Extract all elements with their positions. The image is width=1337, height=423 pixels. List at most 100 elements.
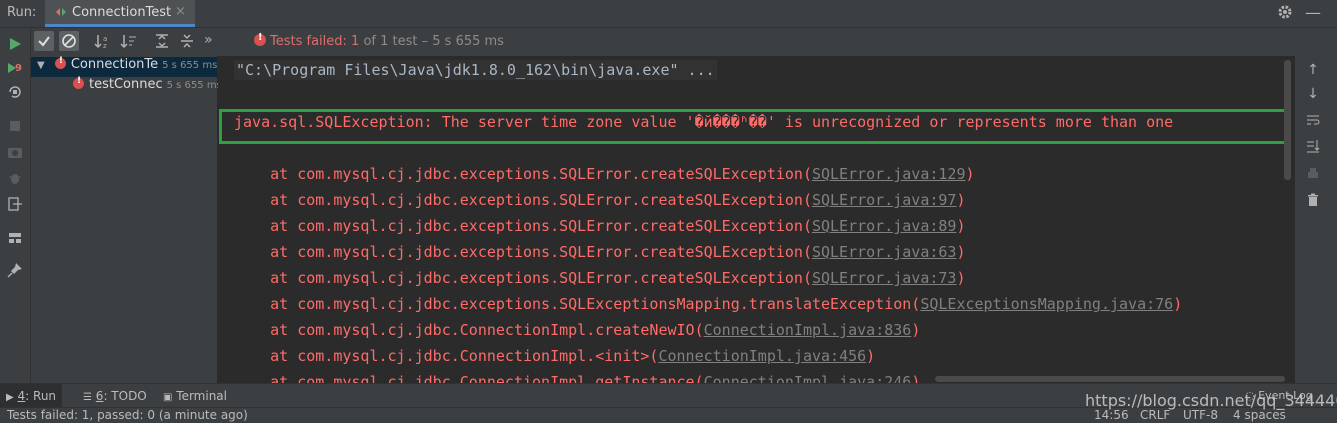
debug-icon[interactable]: [6, 169, 24, 187]
source-link[interactable]: SQLError.java:63: [812, 243, 957, 261]
stack-frame-text: at com.mysql.cj.jdbc.exceptions.SQLError…: [234, 165, 812, 183]
horizontal-scrollbar[interactable]: [935, 376, 1285, 382]
failed-icon: [54, 56, 66, 69]
tab-todo[interactable]: ☰ 6: TODO: [77, 384, 153, 408]
stack-frame-end: ): [911, 321, 921, 339]
tree-item-label: testConnec: [89, 77, 163, 92]
tree-item-root[interactable]: ▼ ConnectionTe5 s 655 ms: [31, 56, 218, 77]
run-left-toolbar: 9: [0, 28, 31, 383]
tab-label: ConnectionTest: [72, 5, 172, 20]
tab-connection-test[interactable]: ConnectionTest ×: [45, 0, 195, 27]
test-config-icon: [56, 8, 66, 16]
stack-frame-text: at com.mysql.cj.jdbc.exceptions.SQLError…: [234, 243, 812, 261]
stack-frame-end: ): [956, 191, 966, 209]
test-count-duration: of 1 test – 5 s 655 ms: [363, 34, 504, 49]
more-actions-icon[interactable]: »: [204, 32, 213, 48]
source-link[interactable]: SQLError.java:73: [812, 269, 957, 287]
source-link[interactable]: SQLExceptionsMapping.java:76: [920, 295, 1173, 313]
file-encoding[interactable]: UTF-8: [1183, 408, 1218, 422]
source-link[interactable]: SQLError.java:97: [812, 191, 957, 209]
minimize-icon[interactable]: —: [1305, 3, 1321, 22]
stack-frame-text: at com.mysql.cj.jdbc.exceptions.SQLError…: [234, 269, 812, 287]
sort-duration-icon[interactable]: [119, 31, 139, 51]
tab-terminal-label: Terminal: [176, 389, 227, 403]
tree-item-time: 5 s 655 ms: [166, 80, 222, 91]
layout-icon[interactable]: [6, 229, 24, 247]
expand-all-icon[interactable]: [152, 31, 172, 51]
stack-frame-end: ): [956, 217, 966, 235]
stack-frame-text: at com.mysql.cj.jdbc.ConnectionImpl.getI…: [234, 373, 704, 383]
indent-setting[interactable]: 4 spaces: [1233, 408, 1286, 422]
stack-frame-end: ): [965, 165, 975, 183]
source-link[interactable]: SQLError.java:89: [812, 217, 957, 235]
terminal-icon: ▣: [163, 392, 173, 403]
tree-item-child[interactable]: testConnec5 s 655 ms: [73, 76, 222, 97]
stack-frame-end: ): [911, 373, 921, 383]
line-separator[interactable]: CRLF: [1140, 408, 1170, 422]
tab-todo-label: : TODO: [103, 389, 147, 403]
rerun-icon[interactable]: [6, 35, 24, 53]
stack-frame: at com.mysql.cj.jdbc.ConnectionImpl.crea…: [234, 320, 920, 340]
arrow-up-icon[interactable]: ↑: [1305, 62, 1321, 78]
collapse-all-icon[interactable]: [177, 31, 197, 51]
stack-frame-text: at com.mysql.cj.jdbc.exceptions.SQLExcep…: [234, 295, 921, 313]
tree-item-label: ConnectionTe: [70, 57, 159, 72]
stop-icon[interactable]: [6, 117, 24, 135]
svg-text:z: z: [103, 42, 107, 50]
stack-frame: at com.mysql.cj.jdbc.exceptions.SQLExcep…: [234, 294, 1182, 314]
stack-frame: at com.mysql.cj.jdbc.ConnectionImpl.getI…: [234, 372, 920, 383]
gear-icon[interactable]: [1277, 4, 1293, 20]
run-title-bar: Run: ConnectionTest × —: [0, 0, 1337, 28]
stack-frame-end: ): [956, 243, 966, 261]
tab-terminal[interactable]: ▣ Terminal: [157, 384, 233, 408]
stack-frame-text: at com.mysql.cj.jdbc.ConnectionImpl.crea…: [234, 321, 704, 339]
show-ignored-icon[interactable]: [59, 31, 79, 51]
rerun-failed-icon[interactable]: 9: [6, 59, 24, 77]
test-status-summary: Tests failed: 1 of 1 test – 5 s 655 ms: [254, 32, 504, 49]
status-message: Tests failed: 1, passed: 0 (a minute ago…: [7, 408, 248, 422]
chevron-down-icon[interactable]: ▼: [37, 60, 45, 71]
test-tree: ▼ ConnectionTe5 s 655 ms testConnec5 s 6…: [31, 56, 222, 383]
camera-icon[interactable]: [6, 143, 24, 161]
tree-item-time: 5 s 655 ms: [162, 60, 218, 71]
show-passed-icon[interactable]: [34, 31, 54, 51]
run-icon: ▶: [6, 392, 14, 403]
source-link[interactable]: ConnectionImpl.java:836: [704, 321, 912, 339]
print-icon[interactable]: [1305, 166, 1321, 182]
soft-wrap-icon[interactable]: [1305, 112, 1321, 128]
source-link[interactable]: ConnectionImpl.java:246: [704, 373, 912, 383]
run-label: Run:: [7, 5, 37, 20]
failed-label: Tests failed:: [270, 34, 347, 49]
console-output[interactable]: "C:\Program Files\Java\jdk1.8.0_162\bin\…: [218, 56, 1295, 383]
stack-frame: at com.mysql.cj.jdbc.exceptions.SQLError…: [234, 242, 966, 262]
close-tab-icon[interactable]: ×: [175, 4, 186, 19]
failed-icon: [73, 76, 84, 89]
failed-count: 1: [351, 34, 360, 49]
toggle-auto-test-icon[interactable]: [6, 83, 24, 101]
stack-frame: at com.mysql.cj.jdbc.ConnectionImpl.<ini…: [234, 346, 875, 366]
stack-frame: at com.mysql.cj.jdbc.exceptions.SQLError…: [234, 164, 975, 184]
scrollbar[interactable]: [1284, 60, 1291, 180]
stack-frame: at com.mysql.cj.jdbc.exceptions.SQLError…: [234, 190, 966, 210]
console-command: "C:\Program Files\Java\jdk1.8.0_162\bin\…: [234, 60, 717, 80]
stack-frame: at com.mysql.cj.jdbc.exceptions.SQLError…: [234, 268, 966, 288]
scroll-to-end-icon[interactable]: [1305, 138, 1321, 154]
tab-run[interactable]: ▶ 4: Run: [0, 384, 63, 408]
sort-alpha-icon[interactable]: az: [93, 31, 113, 51]
highlight-box: [219, 109, 1289, 144]
caret-position[interactable]: 14:56: [1094, 408, 1129, 422]
stack-frame-text: at com.mysql.cj.jdbc.exceptions.SQLError…: [234, 217, 812, 235]
stack-frame-end: ): [1173, 295, 1183, 313]
tab-run-label: : Run: [25, 389, 57, 403]
stack-frame-text: at com.mysql.cj.jdbc.exceptions.SQLError…: [234, 191, 812, 209]
source-link[interactable]: SQLError.java:129: [812, 165, 966, 183]
stack-frame: at com.mysql.cj.jdbc.exceptions.SQLError…: [234, 216, 966, 236]
trash-icon[interactable]: [1305, 192, 1321, 208]
exit-icon[interactable]: [6, 195, 24, 213]
test-runner-toolbar: az » Tests failed: 1 of 1 test – 5 s 655…: [31, 28, 1337, 56]
stack-frame-end: ): [956, 269, 966, 287]
pin-icon[interactable]: [6, 261, 24, 279]
todo-icon: ☰: [83, 392, 92, 403]
arrow-down-icon[interactable]: ↓: [1305, 86, 1321, 102]
source-link[interactable]: ConnectionImpl.java:456: [658, 347, 866, 365]
